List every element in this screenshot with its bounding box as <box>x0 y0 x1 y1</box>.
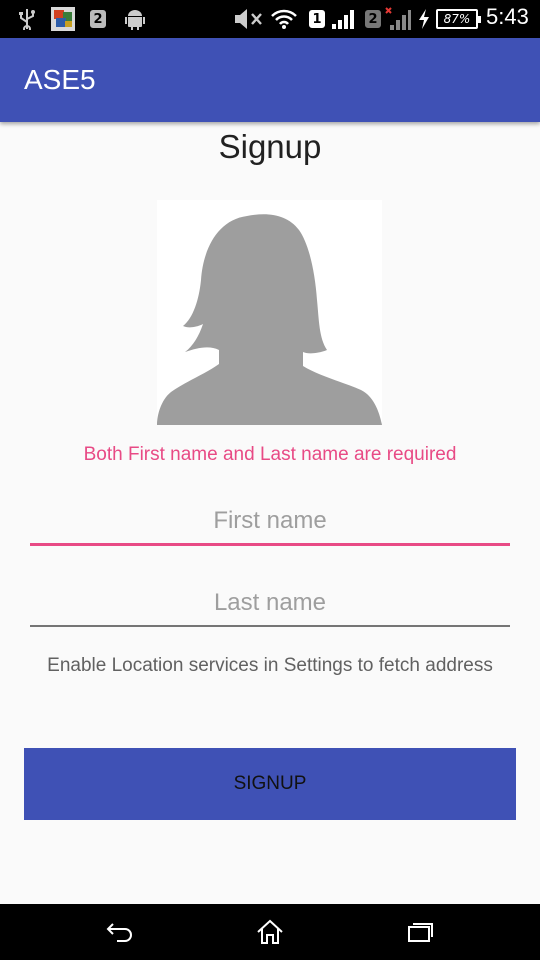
location-hint: Enable Location services in Settings to … <box>47 655 493 676</box>
mute-icon <box>232 7 266 31</box>
back-icon[interactable] <box>100 916 140 948</box>
sim1-icon: 1 <box>308 7 326 31</box>
page-title: Signup <box>218 128 322 165</box>
charging-icon <box>416 7 432 31</box>
sim1-label: 1 <box>309 10 325 28</box>
no-signal-icon <box>384 7 412 31</box>
app-bar: ASE5 <box>0 38 540 122</box>
usb-icon <box>14 7 40 31</box>
signal-icon <box>330 7 356 31</box>
badge-icon: 2 <box>88 7 108 31</box>
home-icon[interactable] <box>250 916 290 948</box>
battery-indicator: 87% <box>436 9 481 29</box>
sim2-icon: 2 <box>364 7 382 31</box>
signup-button[interactable]: SIGNUP <box>24 748 516 820</box>
android-icon <box>122 7 148 31</box>
recents-icon[interactable] <box>400 916 440 948</box>
app-notification-icon <box>50 7 76 31</box>
avatar-placeholder[interactable] <box>157 200 382 425</box>
app-title: ASE5 <box>24 64 96 95</box>
status-bar: 2 1 2 87% 5:43 <box>0 0 540 38</box>
clock: 5:43 <box>486 4 529 29</box>
first-name-field[interactable] <box>30 499 510 546</box>
last-name-field[interactable] <box>30 581 510 627</box>
sim2-label: 2 <box>365 10 381 28</box>
wifi-icon <box>270 7 298 31</box>
person-silhouette-icon <box>157 214 382 425</box>
navigation-bar <box>0 904 540 960</box>
validation-error-message: Both First name and Last name are requir… <box>83 444 457 465</box>
badge-count: 2 <box>90 10 106 28</box>
